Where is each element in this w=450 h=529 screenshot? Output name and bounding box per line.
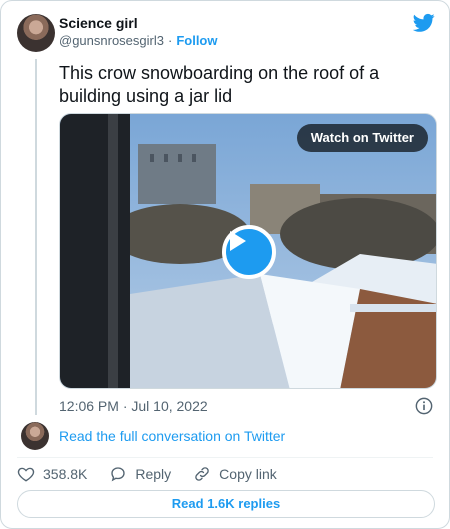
twitter-bird-icon[interactable] (413, 13, 435, 33)
tweet-card: Science girl @gunsnrosesgirl3 · Follow T… (0, 0, 450, 529)
info-icon[interactable] (415, 397, 433, 415)
conversation-avatar (21, 422, 49, 450)
separator: · (167, 33, 173, 48)
author-name[interactable]: Science girl (59, 15, 138, 31)
like-button[interactable]: 358.8K (17, 464, 87, 484)
play-icon (230, 231, 246, 251)
follow-button[interactable]: Follow (176, 33, 217, 48)
like-count: 358.8K (43, 466, 88, 482)
video-thumbnail[interactable]: Watch on Twitter (59, 113, 437, 389)
heart-icon (17, 467, 35, 482)
author-handle[interactable]: @gunsnrosesgirl3 (59, 33, 164, 48)
reply-bubble-icon (111, 467, 126, 482)
action-bar: 358.8K Reply Copy link (17, 464, 277, 484)
copy-link-label: Copy link (219, 466, 277, 482)
divider (17, 457, 433, 458)
tweet-text: This crow snowboarding on the roof of a … (59, 63, 380, 106)
watch-on-twitter-button[interactable]: Watch on Twitter (296, 124, 428, 152)
thread-line (35, 59, 37, 415)
copy-link-button[interactable]: Copy link (193, 464, 277, 484)
reply-button[interactable]: Reply (109, 464, 171, 484)
play-button[interactable] (222, 225, 276, 279)
conversation-link[interactable]: Read the full conversation on Twitter (59, 428, 285, 444)
read-replies-button[interactable]: Read 1.6K replies (17, 490, 435, 518)
author-handle-row: @gunsnrosesgirl3 · Follow (59, 33, 218, 48)
reply-label: Reply (135, 466, 172, 482)
link-icon (195, 467, 209, 481)
tweet-timestamp[interactable]: 12:06 PM · Jul 10, 2022 (59, 398, 208, 414)
author-avatar[interactable] (17, 14, 55, 52)
